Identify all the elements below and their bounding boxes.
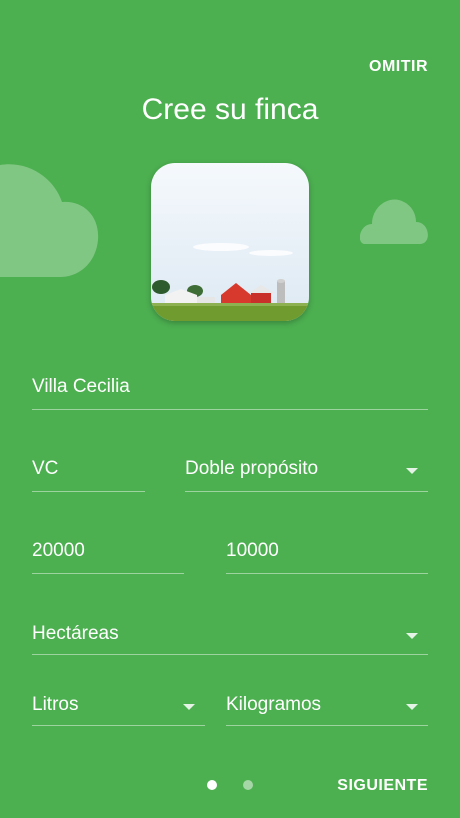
value-2-field[interactable]: 10000 [226, 540, 428, 574]
dropdown-arrow-icon [406, 468, 418, 474]
farm-image [151, 163, 309, 321]
purpose-underline [185, 491, 428, 492]
page-title: Cree su finca [141, 93, 319, 126]
area-unit-underline [32, 654, 428, 655]
value-1-value: 20000 [32, 540, 85, 561]
farm-name-value: Villa Cecilia [32, 376, 130, 397]
weight-unit-underline [226, 725, 428, 726]
purpose-value: Doble propósito [185, 458, 319, 479]
dropdown-arrow-icon [183, 704, 195, 710]
cloud-right-icon [360, 199, 428, 244]
dropdown-arrow-icon [406, 633, 418, 639]
skip-button[interactable]: OMITIR [369, 58, 428, 76]
initials-field[interactable]: VC [32, 458, 145, 492]
value-2-value: 10000 [226, 540, 279, 561]
cloud-left-icon [0, 164, 99, 277]
area-unit-value: Hectáreas [32, 623, 119, 644]
page-indicator-dot [243, 780, 253, 790]
value-1-underline [32, 573, 184, 574]
dropdown-arrow-icon [406, 704, 418, 710]
weight-unit-value: Kilogramos [226, 694, 322, 715]
page-indicator-dot-active [207, 780, 217, 790]
weight-unit-dropdown[interactable]: Kilogramos [226, 694, 428, 726]
value-2-underline [226, 573, 428, 574]
initials-value: VC [32, 458, 59, 479]
purpose-dropdown[interactable]: Doble propósito [185, 458, 428, 492]
initials-underline [32, 491, 145, 492]
farm-name-field[interactable]: Villa Cecilia [32, 376, 428, 410]
volume-unit-underline [32, 725, 205, 726]
area-unit-dropdown[interactable]: Hectáreas [32, 623, 428, 655]
next-button[interactable]: SIGUIENTE [337, 777, 428, 795]
volume-unit-dropdown[interactable]: Litros [32, 694, 205, 726]
volume-unit-value: Litros [32, 694, 79, 715]
farm-name-underline [32, 409, 428, 410]
value-1-field[interactable]: 20000 [32, 540, 184, 574]
